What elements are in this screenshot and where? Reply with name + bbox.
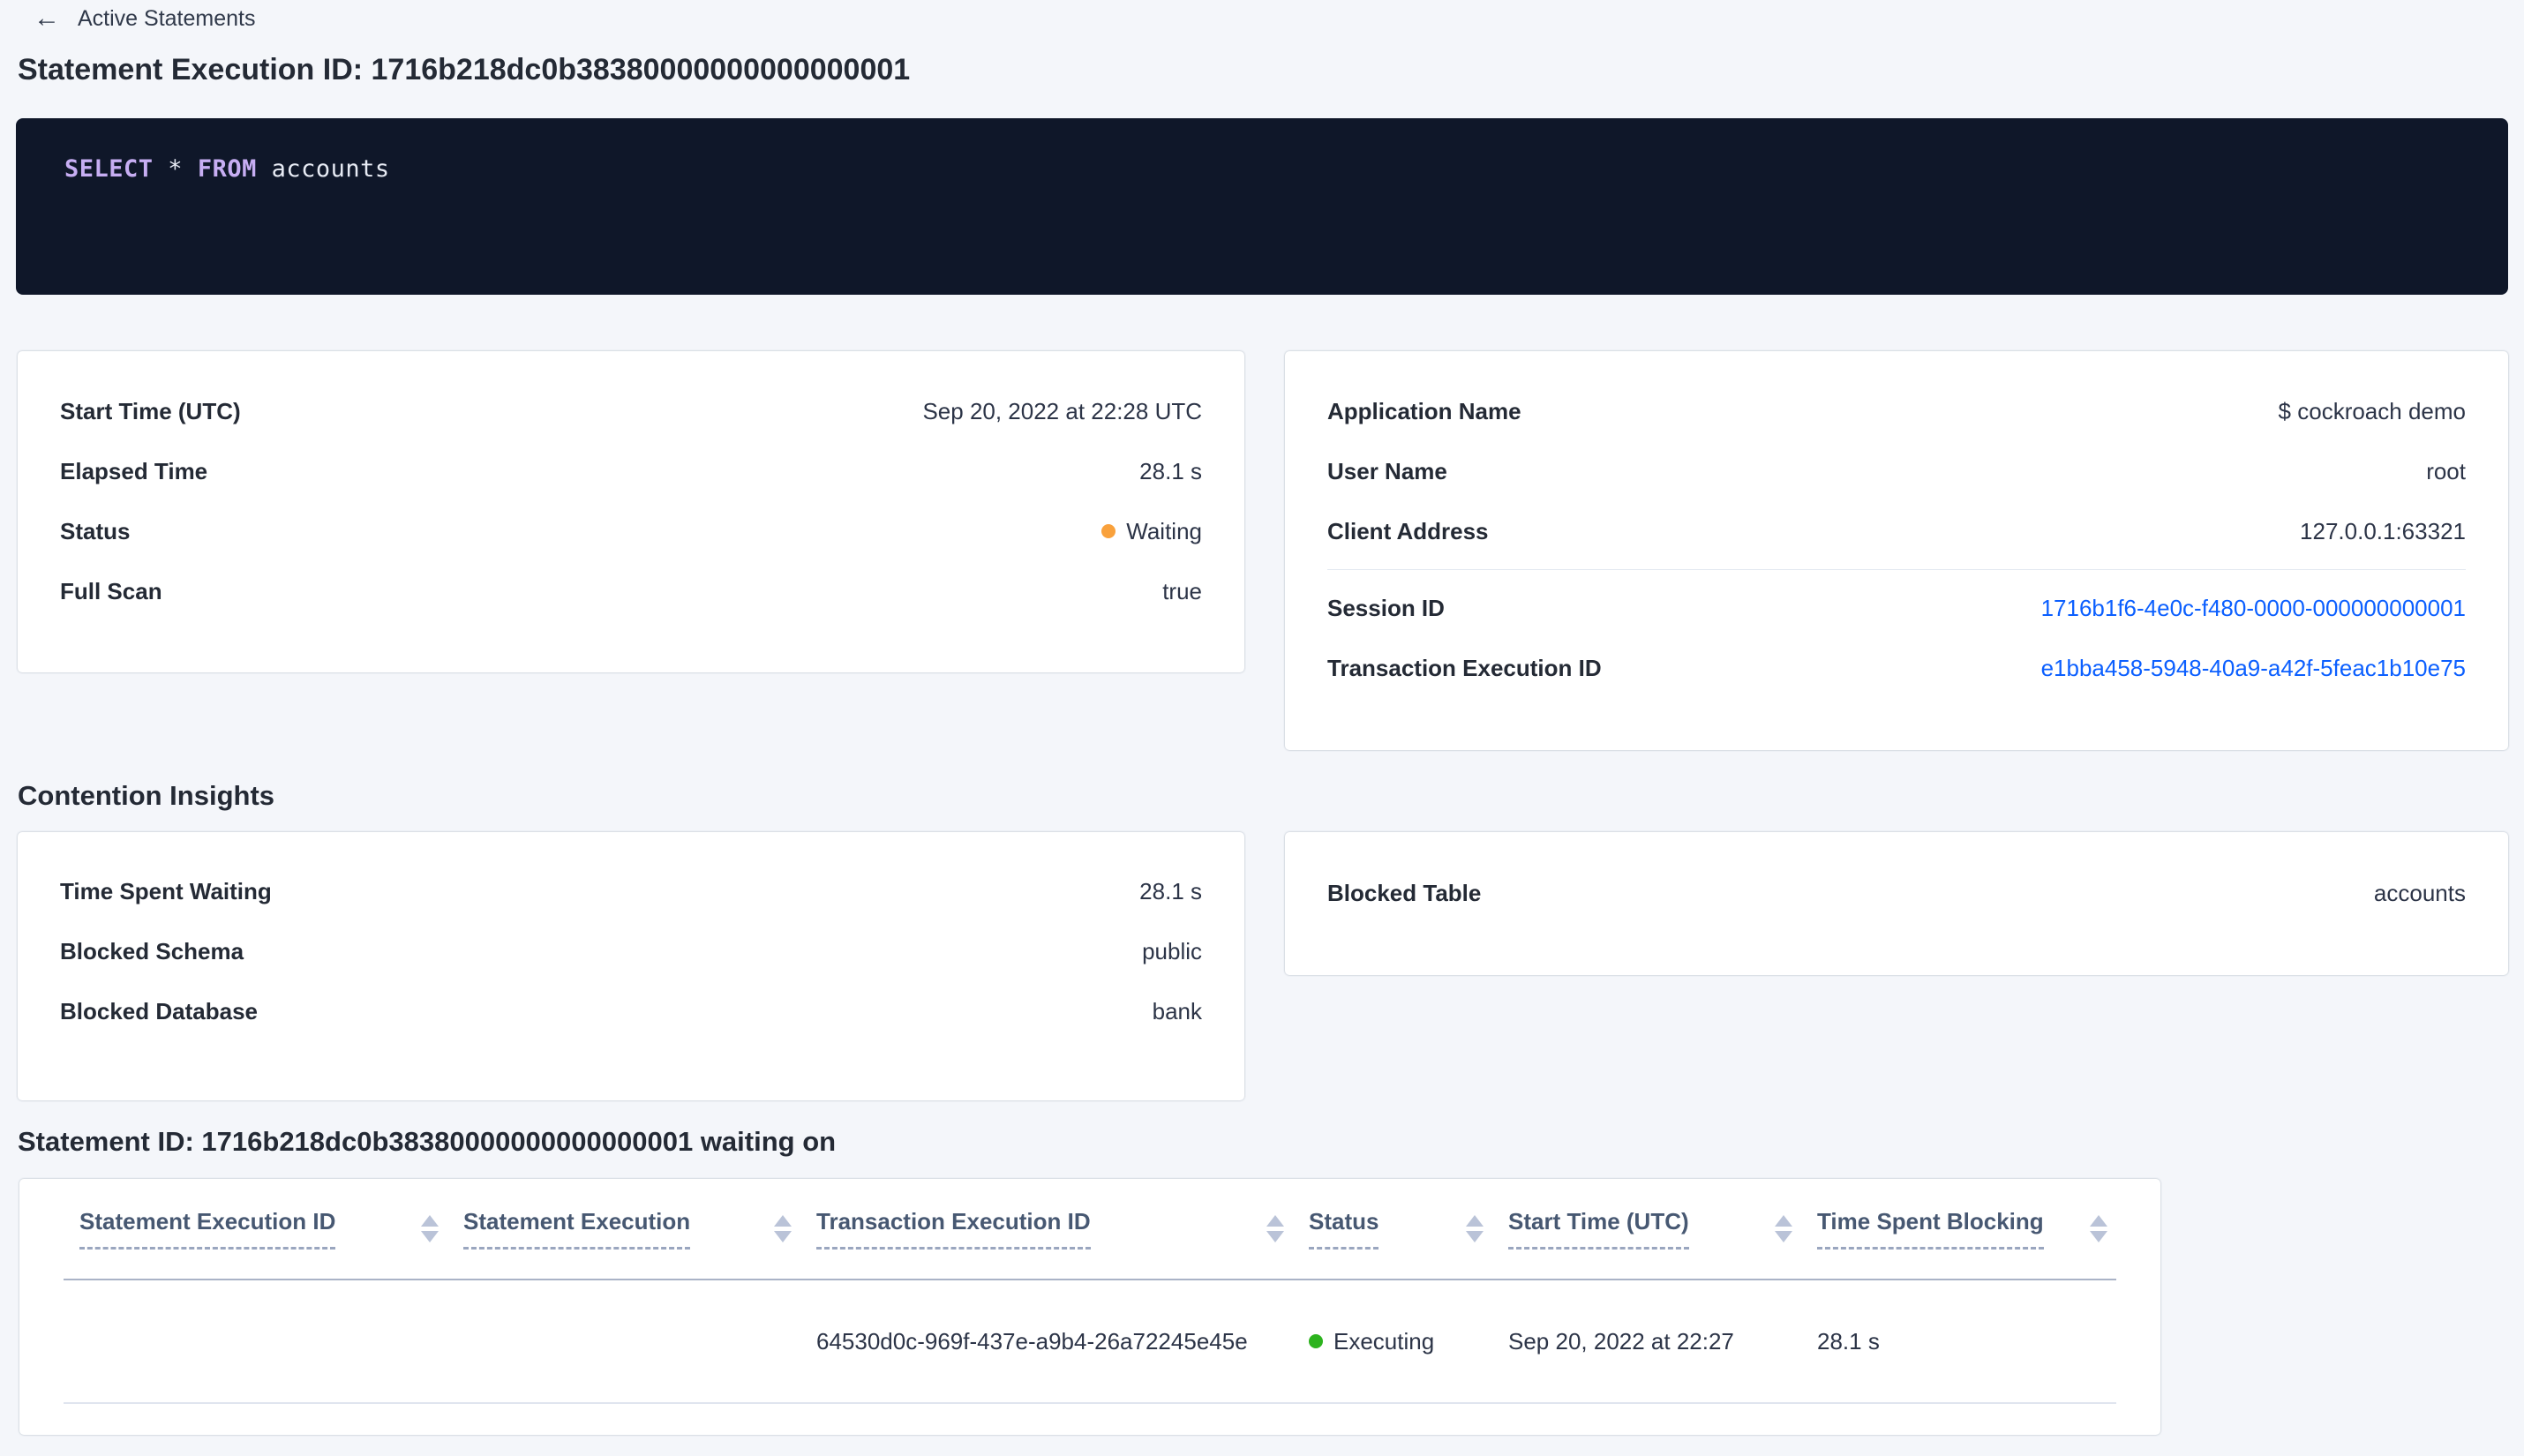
- sort-icon[interactable]: [1266, 1215, 1284, 1242]
- sort-icon[interactable]: [1466, 1215, 1484, 1242]
- cell-transaction-execution-id: 64530d0c-969f-437e-a9b4-26a72245e45e: [800, 1280, 1293, 1404]
- header-label: Transaction Execution ID: [816, 1208, 1091, 1250]
- full-scan-value: true: [1162, 577, 1202, 604]
- session-id-link[interactable]: 1716b1f6-4e0c-f480-0000-000000000001: [2041, 595, 2466, 622]
- breadcrumb-label: Active Statements: [78, 5, 256, 31]
- cell-status: Executing: [1293, 1280, 1492, 1404]
- row-start-time: Start Time (UTC) Sep 20, 2022 at 22:28 U…: [60, 381, 1202, 441]
- back-link-active-statements[interactable]: ← Active Statements: [34, 5, 255, 32]
- row-client-address: Client Address 127.0.0.1:63321: [1327, 501, 2466, 561]
- start-time-value: Sep 20, 2022 at 22:28 UTC: [922, 397, 1202, 424]
- table-header-row: Statement Execution ID Statement Executi…: [64, 1179, 2116, 1280]
- table-header-statement-execution[interactable]: Statement Execution: [447, 1179, 800, 1280]
- row-status: Status Waiting: [60, 501, 1202, 561]
- status-label: Status: [60, 517, 131, 544]
- cell-statement-execution: [447, 1280, 800, 1404]
- time-spent-waiting-label: Time Spent Waiting: [60, 877, 272, 904]
- row-application-name: Application Name $ cockroach demo: [1327, 381, 2466, 441]
- arrow-left-icon: ←: [34, 4, 60, 33]
- blocked-schema-label: Blocked Schema: [60, 937, 244, 964]
- table-header-statement-execution-id[interactable]: Statement Execution ID: [64, 1179, 447, 1280]
- sort-icon[interactable]: [774, 1215, 792, 1242]
- page-title: Statement Execution ID: 1716b218dc0b3838…: [18, 53, 911, 86]
- time-spent-waiting-value: 28.1 s: [1139, 877, 1202, 904]
- row-blocked-database: Blocked Database bank: [60, 981, 1202, 1041]
- blocked-database-value: bank: [1152, 997, 1202, 1024]
- waiting-on-table: Statement Execution ID Statement Executi…: [64, 1179, 2116, 1404]
- blocked-schema-value: public: [1142, 937, 1202, 964]
- sort-icon[interactable]: [1775, 1215, 1792, 1242]
- status-text: Executing: [1333, 1327, 1435, 1355]
- full-scan-label: Full Scan: [60, 577, 162, 604]
- table-row: 64530d0c-969f-437e-a9b4-26a72245e45e Exe…: [64, 1280, 2116, 1404]
- blocked-table-value: accounts: [2373, 879, 2466, 906]
- waiting-on-heading: Statement ID: 1716b218dc0b38380000000000…: [18, 1126, 837, 1157]
- table-header-time-spent-blocking[interactable]: Time Spent Blocking: [1801, 1179, 2116, 1280]
- contention-insights-heading: Contention Insights: [18, 780, 275, 811]
- blocked-table-label: Blocked Table: [1327, 879, 1482, 906]
- card-divider: [1327, 569, 2466, 570]
- row-session-id: Session ID 1716b1f6-4e0c-f480-0000-00000…: [1327, 578, 2466, 638]
- contention-left-card: Time Spent Waiting 28.1 s Blocked Schema…: [18, 832, 1244, 1100]
- client-address-label: Client Address: [1327, 517, 1489, 544]
- session-details-card: Application Name $ cockroach demo User N…: [1285, 351, 2508, 750]
- row-full-scan: Full Scan true: [60, 561, 1202, 621]
- status-text: Waiting: [1126, 517, 1202, 544]
- transaction-execution-id-link[interactable]: e1bba458-5948-40a9-a42f-5feac1b10e75: [2041, 655, 2466, 682]
- elapsed-time-label: Elapsed Time: [60, 457, 208, 484]
- sql-table-name: accounts: [256, 155, 390, 183]
- cell-statement-execution-id: [64, 1280, 447, 1404]
- session-id-label: Session ID: [1327, 594, 1445, 621]
- header-label: Statement Execution ID: [79, 1208, 336, 1250]
- sort-icon[interactable]: [2090, 1215, 2107, 1242]
- execution-details-card: Start Time (UTC) Sep 20, 2022 at 22:28 U…: [18, 351, 1244, 672]
- table-header-start-time[interactable]: Start Time (UTC): [1492, 1179, 1801, 1280]
- row-elapsed-time: Elapsed Time 28.1 s: [60, 441, 1202, 501]
- contention-right-card: Blocked Table accounts: [1285, 832, 2508, 975]
- blocked-database-label: Blocked Database: [60, 997, 258, 1024]
- cell-time-spent-blocking: 28.1 s: [1801, 1280, 2116, 1404]
- sql-star: *: [153, 155, 198, 183]
- table-header-status[interactable]: Status: [1293, 1179, 1492, 1280]
- row-transaction-execution-id: Transaction Execution ID e1bba458-5948-4…: [1327, 638, 2466, 698]
- client-address-value: 127.0.0.1:63321: [2300, 517, 2466, 544]
- statement-execution-details-page: ← Active Statements Statement Execution …: [0, 0, 2524, 1456]
- sort-icon[interactable]: [421, 1215, 439, 1242]
- status-dot-waiting: [1101, 524, 1116, 538]
- header-label: Statement Execution: [463, 1208, 691, 1250]
- header-label: Time Spent Blocking: [1817, 1208, 2044, 1250]
- sql-keyword-select: SELECT: [64, 155, 154, 183]
- start-time-label: Start Time (UTC): [60, 397, 241, 424]
- waiting-on-table-card: Statement Execution ID Statement Executi…: [19, 1179, 2160, 1435]
- status-value: Waiting: [1101, 518, 1202, 545]
- user-name-value: root: [2426, 457, 2466, 484]
- status-dot-executing: [1309, 1334, 1323, 1348]
- application-name-value: $ cockroach demo: [2278, 397, 2466, 424]
- cell-start-time: Sep 20, 2022 at 22:27: [1492, 1280, 1801, 1404]
- row-user-name: User Name root: [1327, 441, 2466, 501]
- sql-statement-box: SELECT * FROM accounts: [16, 118, 2508, 295]
- user-name-label: User Name: [1327, 457, 1447, 484]
- table-header-transaction-execution-id[interactable]: Transaction Execution ID: [800, 1179, 1293, 1280]
- sql-keyword-from: FROM: [197, 155, 257, 183]
- header-label: Start Time (UTC): [1508, 1208, 1689, 1250]
- row-blocked-table: Blocked Table accounts: [1327, 863, 2466, 923]
- transaction-execution-id-label: Transaction Execution ID: [1327, 654, 1602, 681]
- elapsed-time-value: 28.1 s: [1139, 457, 1202, 484]
- header-label: Status: [1309, 1208, 1379, 1250]
- row-blocked-schema: Blocked Schema public: [60, 921, 1202, 981]
- row-time-spent-waiting: Time Spent Waiting 28.1 s: [60, 861, 1202, 921]
- application-name-label: Application Name: [1327, 397, 1521, 424]
